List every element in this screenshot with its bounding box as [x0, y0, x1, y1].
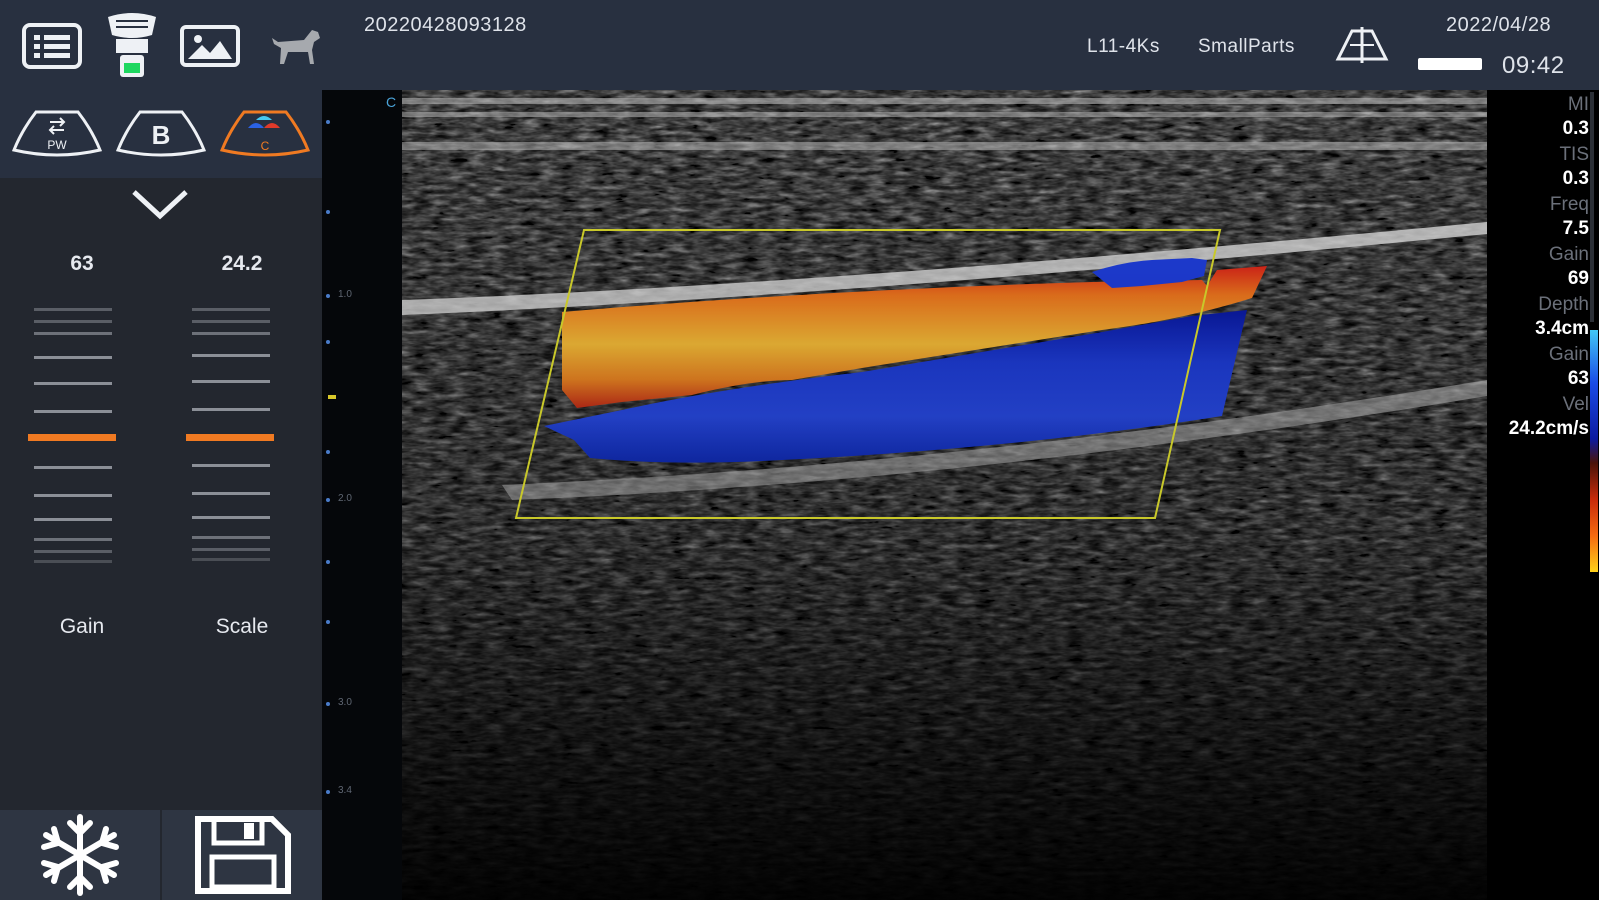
depth-tick-2: 2.0: [338, 493, 352, 504]
velocity-color-bar: [1590, 330, 1598, 572]
control-panel: PW B C 63 24.2 Gain Scale: [0, 90, 322, 900]
chevron-down-icon[interactable]: [130, 186, 190, 222]
save-button[interactable]: [162, 810, 322, 900]
param-vel-value: 24.2cm/s: [1508, 418, 1589, 439]
gain-value: 63: [70, 252, 94, 275]
clock-time: 09:42: [1502, 52, 1565, 79]
param-gain-label: Gain: [1548, 244, 1589, 265]
probe-model: L11-4Ks: [1087, 36, 1160, 57]
exam-date: 2022/04/28: [1446, 14, 1552, 36]
depth-ruler-marker: C: [386, 94, 397, 110]
depth-tick-4: 3.4: [338, 785, 352, 796]
scale-slider-thumb[interactable]: [186, 434, 274, 441]
focus-marker[interactable]: [328, 395, 336, 399]
param-color-gain-value: 63: [1567, 368, 1589, 389]
param-tis-value: 0.3: [1562, 168, 1589, 189]
param-gain-value: 69: [1567, 268, 1589, 289]
patient-id: 20220428093128: [364, 14, 527, 36]
mode-pw-button[interactable]: PW: [10, 106, 104, 162]
image-gallery-icon[interactable]: [178, 14, 242, 78]
mode-color-label: C: [261, 139, 270, 153]
parameter-panel: MI 0.3 TIS 0.3 Freq 7.5 Gain 69 Depth 3.…: [1507, 90, 1599, 900]
param-depth-value: 3.4cm: [1535, 318, 1589, 339]
exam-preset: SmallParts: [1198, 36, 1295, 57]
freeze-button[interactable]: [0, 810, 160, 900]
gain-slider-thumb[interactable]: [28, 434, 116, 441]
param-vel-label: Vel: [1562, 394, 1589, 415]
mode-b-button[interactable]: B: [114, 106, 208, 162]
scale-label: Scale: [215, 615, 269, 638]
param-mi-label: MI: [1567, 94, 1589, 115]
dog-icon[interactable]: [262, 14, 326, 78]
gain-slider[interactable]: [28, 308, 118, 668]
param-freq-label: Freq: [1549, 194, 1589, 215]
probe-shape-icon[interactable]: [1330, 20, 1394, 70]
depth-ruler: C 1.0 2.0 3.0 3.4: [322, 90, 402, 900]
mode-selector: PW B C: [0, 90, 322, 178]
probe-icon[interactable]: [100, 10, 164, 82]
battery-icon: [1418, 58, 1482, 70]
bottom-actions: [0, 810, 322, 900]
gain-label: Gain: [59, 615, 105, 638]
param-mi-value: 0.3: [1562, 118, 1589, 139]
param-depth-label: Depth: [1538, 294, 1589, 315]
depth-tick-3: 3.0: [338, 697, 352, 708]
mode-pw-label: PW: [47, 138, 67, 152]
param-tis-label: TIS: [1559, 144, 1589, 165]
param-freq-value: 7.5: [1562, 218, 1589, 239]
mode-color-button[interactable]: C: [218, 106, 312, 162]
top-bar: 20220428093128 L11-4Ks SmallParts 2022/0…: [0, 0, 1599, 90]
scale-slider[interactable]: [186, 308, 276, 668]
scale-value: 24.2: [221, 252, 263, 275]
mode-b-label: B: [152, 120, 171, 150]
mi-scale-bar: [1590, 92, 1594, 322]
depth-tick-1: 1.0: [338, 289, 352, 300]
save-icon: [195, 816, 291, 894]
snowflake-icon: [41, 814, 119, 896]
param-color-gain-label: Gain: [1548, 344, 1589, 365]
menu-list-icon[interactable]: [20, 14, 84, 78]
ultrasound-image[interactable]: C 1.0 2.0 3.0 3.4: [322, 90, 1507, 900]
